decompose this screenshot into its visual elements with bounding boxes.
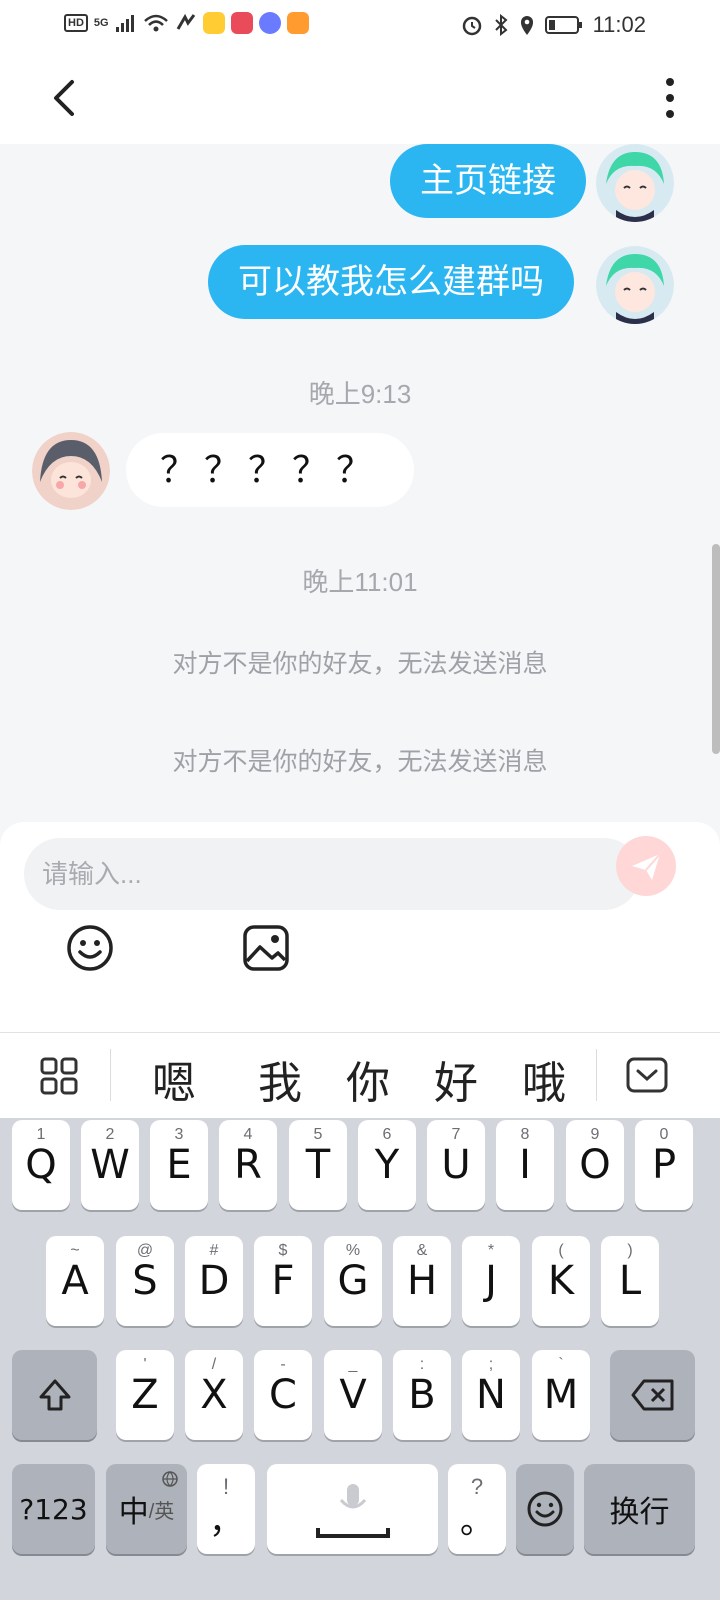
language-switch-key[interactable]: 中/英 — [106, 1464, 187, 1554]
backspace-key[interactable] — [610, 1350, 695, 1440]
hd-badge: HD — [64, 14, 88, 32]
status-right: 11:02 — [461, 12, 646, 38]
key[interactable]: 8I — [496, 1120, 554, 1210]
signal-icon — [115, 15, 134, 32]
divider — [596, 1049, 597, 1101]
candidate-word[interactable]: 好 — [434, 1047, 478, 1111]
grid-menu-icon[interactable] — [40, 1057, 78, 1095]
emoji-icon — [527, 1491, 563, 1527]
numbers-key[interactable]: ?123 — [12, 1464, 95, 1554]
my-avatar[interactable] — [596, 144, 674, 222]
key[interactable]: ' Z — [116, 1350, 174, 1440]
key[interactable]: 3E — [150, 1120, 208, 1210]
key[interactable]: 0P — [635, 1120, 693, 1210]
more-options-button[interactable] — [660, 76, 680, 120]
timestamp: 晚上11:01 — [302, 567, 418, 597]
timestamp: 晚上9:13 — [308, 379, 412, 409]
signal-5g-label: 5G — [93, 17, 109, 29]
collapse-keyboard-icon[interactable] — [626, 1057, 668, 1093]
comma-key[interactable]: !， — [197, 1464, 255, 1554]
candidate-word[interactable]: 嗯 — [152, 1047, 196, 1111]
key[interactable]: 5T — [289, 1120, 347, 1210]
candidate-word[interactable]: 我 — [258, 1047, 302, 1111]
key[interactable]: * J — [462, 1236, 520, 1326]
music-app-icon — [258, 12, 281, 34]
alarm-icon — [462, 16, 481, 36]
system-notice: 对方不是你的好友，无法发送消息 — [172, 748, 548, 776]
key[interactable]: ) L — [601, 1236, 659, 1326]
notes-app-icon — [230, 12, 253, 34]
key[interactable]: @ S — [116, 1236, 174, 1326]
key[interactable]: # D — [185, 1236, 243, 1326]
key[interactable]: 4R — [219, 1120, 277, 1210]
chat-header — [0, 52, 720, 144]
emoji-button[interactable] — [62, 920, 118, 976]
hotspot-icon — [176, 13, 195, 30]
period-key[interactable]: ?。 — [448, 1464, 506, 1554]
battery-icon — [544, 16, 582, 34]
ime-candidate-bar: 嗯 我 你 好 哦 — [0, 1032, 720, 1119]
scrollbar[interactable] — [712, 544, 720, 754]
candidate-word[interactable]: 哦 — [522, 1047, 566, 1111]
clock: 11:02 — [592, 12, 646, 37]
candidate-word[interactable]: 你 — [346, 1047, 390, 1111]
send-button[interactable] — [616, 836, 676, 896]
shift-key[interactable] — [12, 1350, 97, 1440]
orange-app-icon — [286, 12, 309, 34]
microphone-icon — [315, 1484, 390, 1538]
key[interactable]: (K — [532, 1236, 590, 1326]
my-avatar[interactable] — [596, 246, 674, 324]
backspace-icon — [631, 1379, 673, 1411]
divider — [110, 1049, 111, 1101]
key[interactable]: 9O — [566, 1120, 624, 1210]
composer — [0, 822, 720, 1032]
key[interactable]: 1Q — [12, 1120, 70, 1210]
globe-icon — [162, 1471, 178, 1487]
key[interactable]: 2W — [81, 1120, 139, 1210]
key[interactable]: 7U — [427, 1120, 485, 1210]
incoming-message[interactable]: ？？？？？ — [126, 433, 415, 507]
key[interactable]: ` M — [532, 1350, 590, 1440]
enter-key[interactable]: 换行 — [584, 1464, 695, 1554]
space-key[interactable] — [267, 1464, 438, 1554]
wifi-icon — [143, 14, 168, 32]
status-bar: HD 5G 11:02 — [0, 0, 720, 52]
key[interactable]: -C — [254, 1350, 312, 1440]
outgoing-message[interactable]: 主页链接 — [390, 144, 586, 218]
key[interactable]: % G — [324, 1236, 382, 1326]
key[interactable]: ~ A — [46, 1236, 104, 1326]
outgoing-message[interactable]: 可以教我怎么建群吗 — [208, 245, 574, 319]
system-notice: 对方不是你的好友，无法发送消息 — [172, 650, 548, 678]
key[interactable]: & H — [393, 1236, 451, 1326]
paper-plane-icon — [632, 853, 661, 880]
key[interactable]: :B — [393, 1350, 451, 1440]
key[interactable]: ; N — [462, 1350, 520, 1440]
message-input[interactable] — [24, 838, 640, 910]
chat-area[interactable]: 主页链接 可以教我怎么建群吗 晚上9:13 ？？？？？ 晚上11:01 对方不是… — [0, 144, 720, 824]
status-left: HD 5G — [64, 12, 309, 34]
bluetooth-icon — [494, 14, 508, 36]
soft-keyboard: 1Q 2W 3E 4R 5T 6Y 7U 8I 9O 0P ~ A @ S # D $… — [0, 1118, 720, 1600]
image-picker-button[interactable] — [238, 920, 294, 976]
emoji-key[interactable] — [516, 1464, 574, 1554]
key[interactable]: $ F — [254, 1236, 312, 1326]
shift-icon — [39, 1379, 70, 1411]
back-button[interactable] — [46, 78, 82, 118]
key[interactable]: _ V — [324, 1350, 382, 1440]
location-icon — [520, 16, 533, 35]
key[interactable]: / X — [185, 1350, 243, 1440]
weibo-app-icon — [202, 12, 225, 34]
contact-avatar[interactable] — [32, 432, 110, 510]
key[interactable]: 6Y — [358, 1120, 416, 1210]
